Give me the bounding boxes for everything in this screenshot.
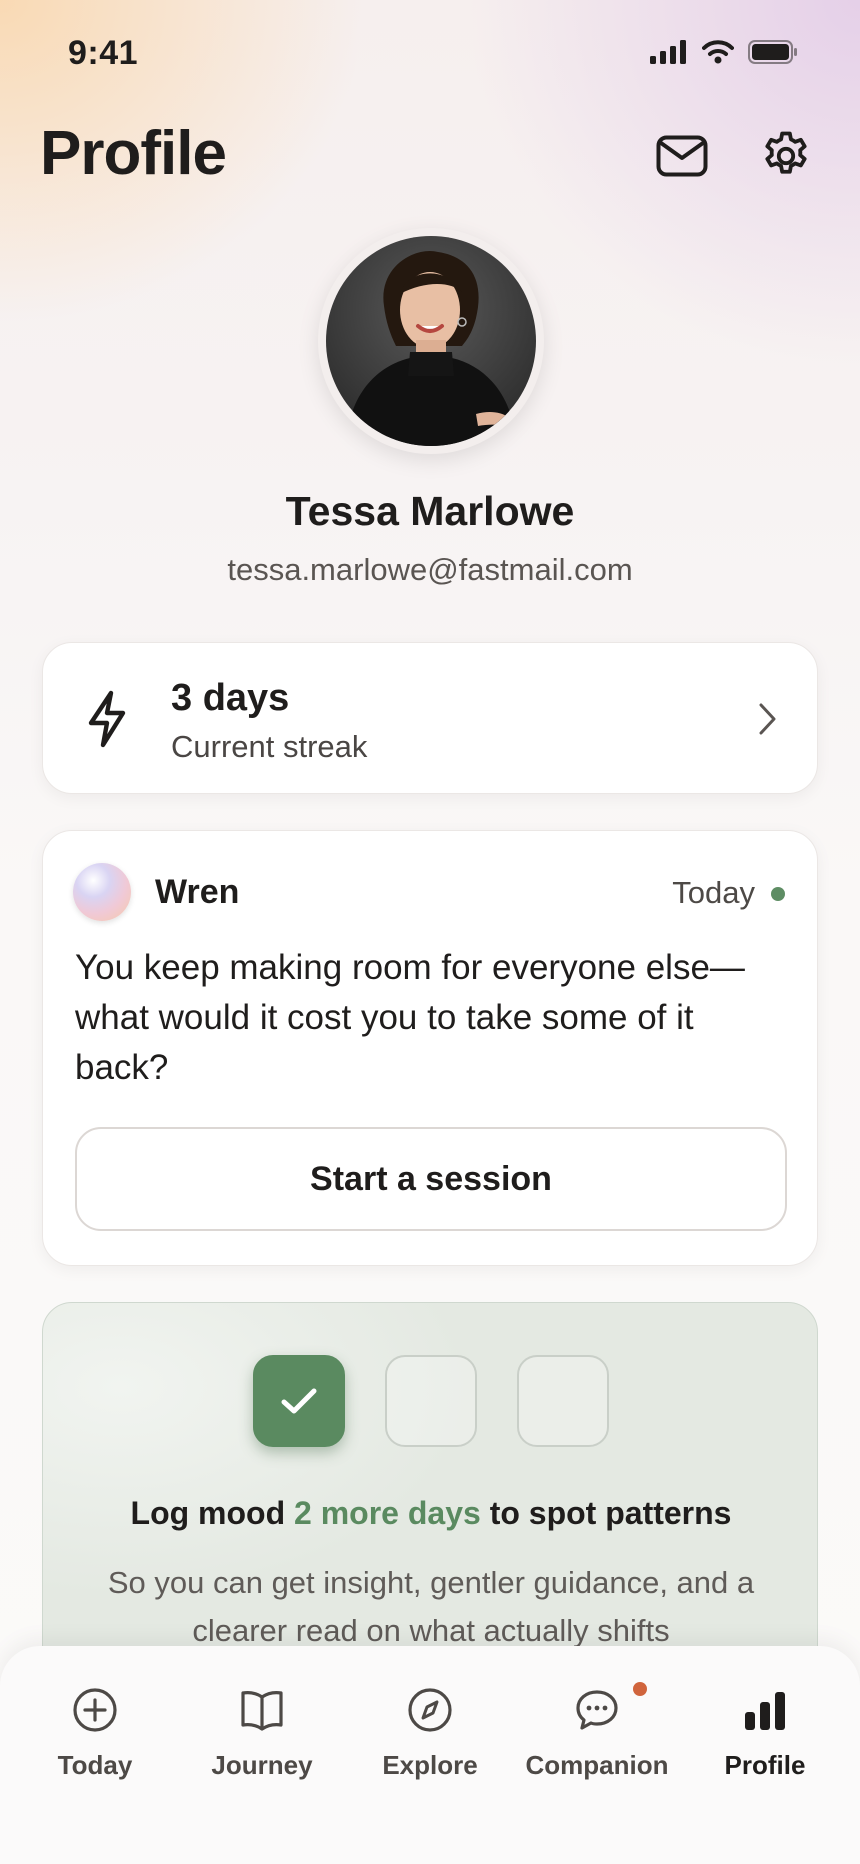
chevron-right-icon bbox=[759, 703, 776, 735]
tab-label: Profile bbox=[724, 1750, 806, 1780]
page-title: Profile bbox=[40, 119, 227, 188]
plus-circle-icon bbox=[73, 1688, 117, 1732]
tab-companion[interactable]: Companion bbox=[513, 1680, 681, 1800]
tab-explore[interactable]: Explore bbox=[346, 1680, 514, 1800]
tab-label: Explore bbox=[382, 1750, 478, 1780]
gear-icon bbox=[765, 131, 807, 174]
battery-icon bbox=[748, 40, 797, 64]
tab-label: Companion bbox=[525, 1750, 669, 1780]
streak-label: Current streak bbox=[171, 729, 368, 764]
mood-title-prefix: Log mood bbox=[130, 1495, 295, 1531]
status-time: 9:41 bbox=[68, 34, 139, 72]
companion-card: Wren Today You keep making room for ever… bbox=[42, 830, 818, 1266]
tab-journey[interactable]: Journey bbox=[178, 1680, 346, 1800]
mood-day-logged bbox=[253, 1355, 345, 1447]
tab-today[interactable]: Today bbox=[11, 1680, 179, 1800]
mood-day-pending bbox=[385, 1355, 477, 1447]
tab-profile[interactable]: Profile bbox=[681, 1680, 849, 1800]
avatar[interactable] bbox=[318, 228, 544, 454]
mood-title: Log mood 2 more days to spot patterns bbox=[43, 1495, 817, 1532]
checkmark-icon bbox=[281, 1388, 317, 1414]
mood-title-highlight: 2 more days bbox=[294, 1495, 481, 1531]
streak-value: 3 days bbox=[171, 677, 290, 719]
notification-dot bbox=[633, 1682, 647, 1696]
companion-date: Today bbox=[672, 875, 755, 910]
companion-avatar-orb bbox=[73, 863, 131, 921]
streak-card[interactable]: 3 days Current streak bbox=[42, 642, 818, 794]
mail-icon bbox=[656, 135, 708, 177]
lightning-icon bbox=[88, 690, 126, 748]
tab-label: Today bbox=[57, 1750, 133, 1780]
signal-icon bbox=[650, 40, 686, 64]
online-status-dot bbox=[771, 887, 785, 901]
chat-bubble-icon bbox=[576, 1690, 618, 1730]
settings-button[interactable] bbox=[756, 126, 816, 186]
start-session-button[interactable]: Start a session bbox=[75, 1127, 787, 1231]
status-icons bbox=[650, 40, 798, 64]
tab-label: Journey bbox=[211, 1750, 313, 1780]
bar-chart-icon bbox=[745, 1692, 785, 1730]
compass-icon bbox=[408, 1688, 452, 1732]
mood-description: So you can get insight, gentler guidance… bbox=[107, 1565, 755, 1648]
mood-title-suffix: to spot patterns bbox=[480, 1495, 732, 1531]
companion-message: You keep making room for everyone else—w… bbox=[75, 948, 745, 1087]
book-icon bbox=[241, 1691, 283, 1731]
mail-button[interactable] bbox=[652, 126, 712, 186]
status-bar: 9:41 bbox=[0, 0, 860, 110]
companion-name: Wren bbox=[155, 873, 240, 911]
mood-day-pending bbox=[517, 1355, 609, 1447]
profile-photo bbox=[326, 236, 536, 446]
profile-name: Tessa Marlowe bbox=[285, 488, 575, 534]
tab-bar: Today Journey Explore Companion Profile bbox=[0, 1646, 860, 1864]
profile-email: tessa.marlowe@fastmail.com bbox=[227, 552, 633, 587]
wifi-icon bbox=[702, 40, 734, 64]
